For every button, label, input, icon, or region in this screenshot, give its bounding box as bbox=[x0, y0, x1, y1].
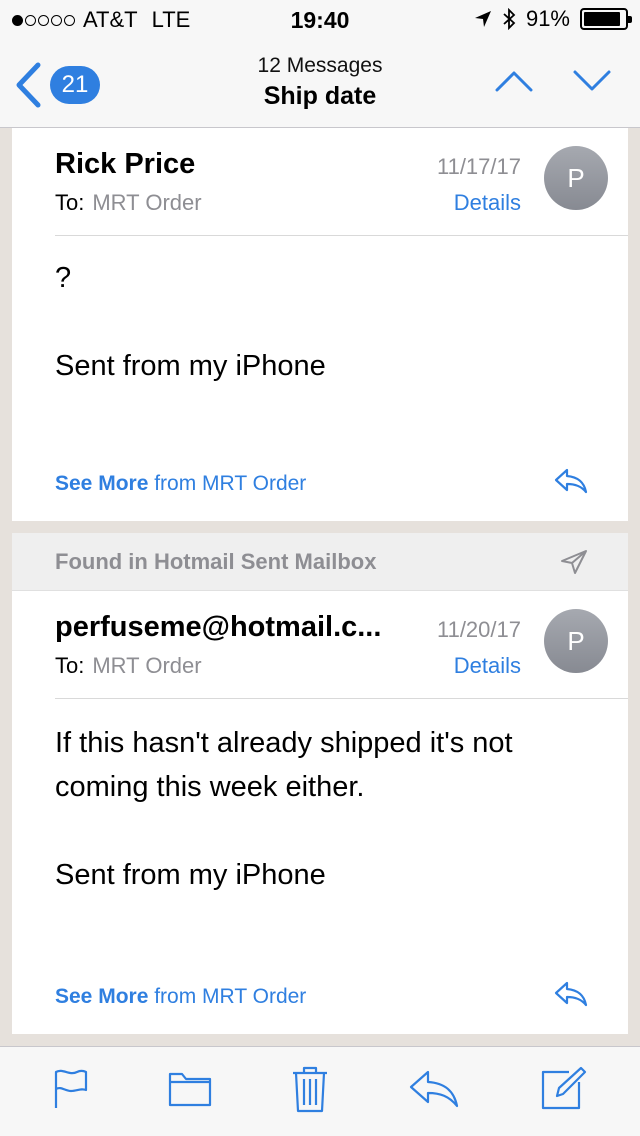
folder-icon bbox=[169, 1072, 212, 1107]
see-more-from: from MRT Order bbox=[154, 985, 307, 1008]
chevron-down-icon bbox=[573, 70, 611, 91]
compose-button[interactable] bbox=[539, 1066, 587, 1117]
details-link[interactable]: Details bbox=[454, 190, 521, 216]
status-bar: AT&T LTE 19:40 91% bbox=[0, 0, 640, 40]
message-footer: See More from MRT Order bbox=[55, 468, 588, 500]
status-right: 91% bbox=[474, 6, 632, 32]
mailbox-banner-text: Found in Hotmail Sent Mailbox bbox=[55, 548, 377, 574]
paper-plane-icon bbox=[561, 549, 587, 574]
reply-forward-button[interactable] bbox=[408, 1069, 460, 1114]
chevron-up-icon bbox=[495, 71, 533, 92]
recipient-line: To: MRT Order bbox=[55, 653, 202, 679]
avatar: P bbox=[544, 609, 608, 673]
message-body: If this hasn't already shipped it's not … bbox=[55, 699, 585, 897]
message-date: 11/20/17 bbox=[436, 617, 521, 642]
next-message-button[interactable] bbox=[572, 68, 612, 99]
trash-button[interactable] bbox=[291, 1065, 329, 1118]
move-to-folder-button[interactable] bbox=[168, 1071, 212, 1112]
message-footer: See More from MRT Order bbox=[55, 981, 588, 1013]
message-card: Found in Hotmail Sent Mailbox perfuseme@… bbox=[12, 533, 628, 1034]
flag-icon bbox=[55, 1069, 88, 1108]
body-paragraph: ? bbox=[55, 262, 72, 294]
reply-icon bbox=[554, 981, 588, 1007]
recipient-name[interactable]: MRT Order bbox=[92, 190, 201, 215]
to-label: To: bbox=[55, 190, 85, 215]
see-more-from: from MRT Order bbox=[154, 472, 307, 495]
reply-icon bbox=[409, 1070, 458, 1108]
trash-icon bbox=[292, 1066, 327, 1113]
sender-name: perfuseme@hotmail.c... bbox=[55, 611, 382, 643]
avatar: P bbox=[544, 146, 608, 210]
see-more-label: See More bbox=[55, 985, 149, 1008]
body-paragraph: Sent from my iPhone bbox=[55, 350, 326, 382]
recipient-name[interactable]: MRT Order bbox=[92, 653, 201, 678]
previous-message-button[interactable] bbox=[494, 68, 534, 99]
bluetooth-icon bbox=[503, 8, 516, 30]
message-header: perfuseme@hotmail.c... To: MRT Order 11/2… bbox=[55, 591, 628, 699]
message-body: ? Sent from my iPhone bbox=[55, 236, 585, 388]
message-header: Rick Price To: MRT Order 11/17/17 Details… bbox=[55, 128, 628, 236]
details-link[interactable]: Details bbox=[454, 653, 521, 679]
see-more-link[interactable]: See More from MRT Order bbox=[55, 472, 306, 496]
body-paragraph: Sent from my iPhone bbox=[55, 859, 326, 891]
reply-button[interactable] bbox=[554, 981, 588, 1013]
message-card: Rick Price To: MRT Order 11/17/17 Details… bbox=[12, 128, 628, 521]
message-navigation bbox=[494, 68, 612, 99]
message-date: 11/17/17 bbox=[436, 154, 521, 179]
nav-bar: 21 12 Messages Ship date bbox=[0, 40, 640, 128]
reply-button[interactable] bbox=[554, 468, 588, 500]
to-label: To: bbox=[55, 653, 85, 678]
found-in-mailbox-banner: Found in Hotmail Sent Mailbox bbox=[12, 533, 628, 591]
body-paragraph: If this hasn't already shipped it's not … bbox=[55, 727, 513, 803]
see-more-link[interactable]: See More from MRT Order bbox=[55, 985, 306, 1009]
bottom-toolbar bbox=[0, 1046, 640, 1136]
recipient-line: To: MRT Order bbox=[55, 190, 202, 216]
sender-name: Rick Price bbox=[55, 148, 196, 180]
battery-icon bbox=[580, 8, 632, 30]
see-more-label: See More bbox=[55, 472, 149, 495]
location-arrow-icon bbox=[474, 11, 491, 27]
reply-icon bbox=[554, 468, 588, 494]
flag-button[interactable] bbox=[53, 1068, 89, 1115]
compose-icon bbox=[541, 1066, 586, 1110]
battery-percent: 91% bbox=[525, 6, 570, 31]
